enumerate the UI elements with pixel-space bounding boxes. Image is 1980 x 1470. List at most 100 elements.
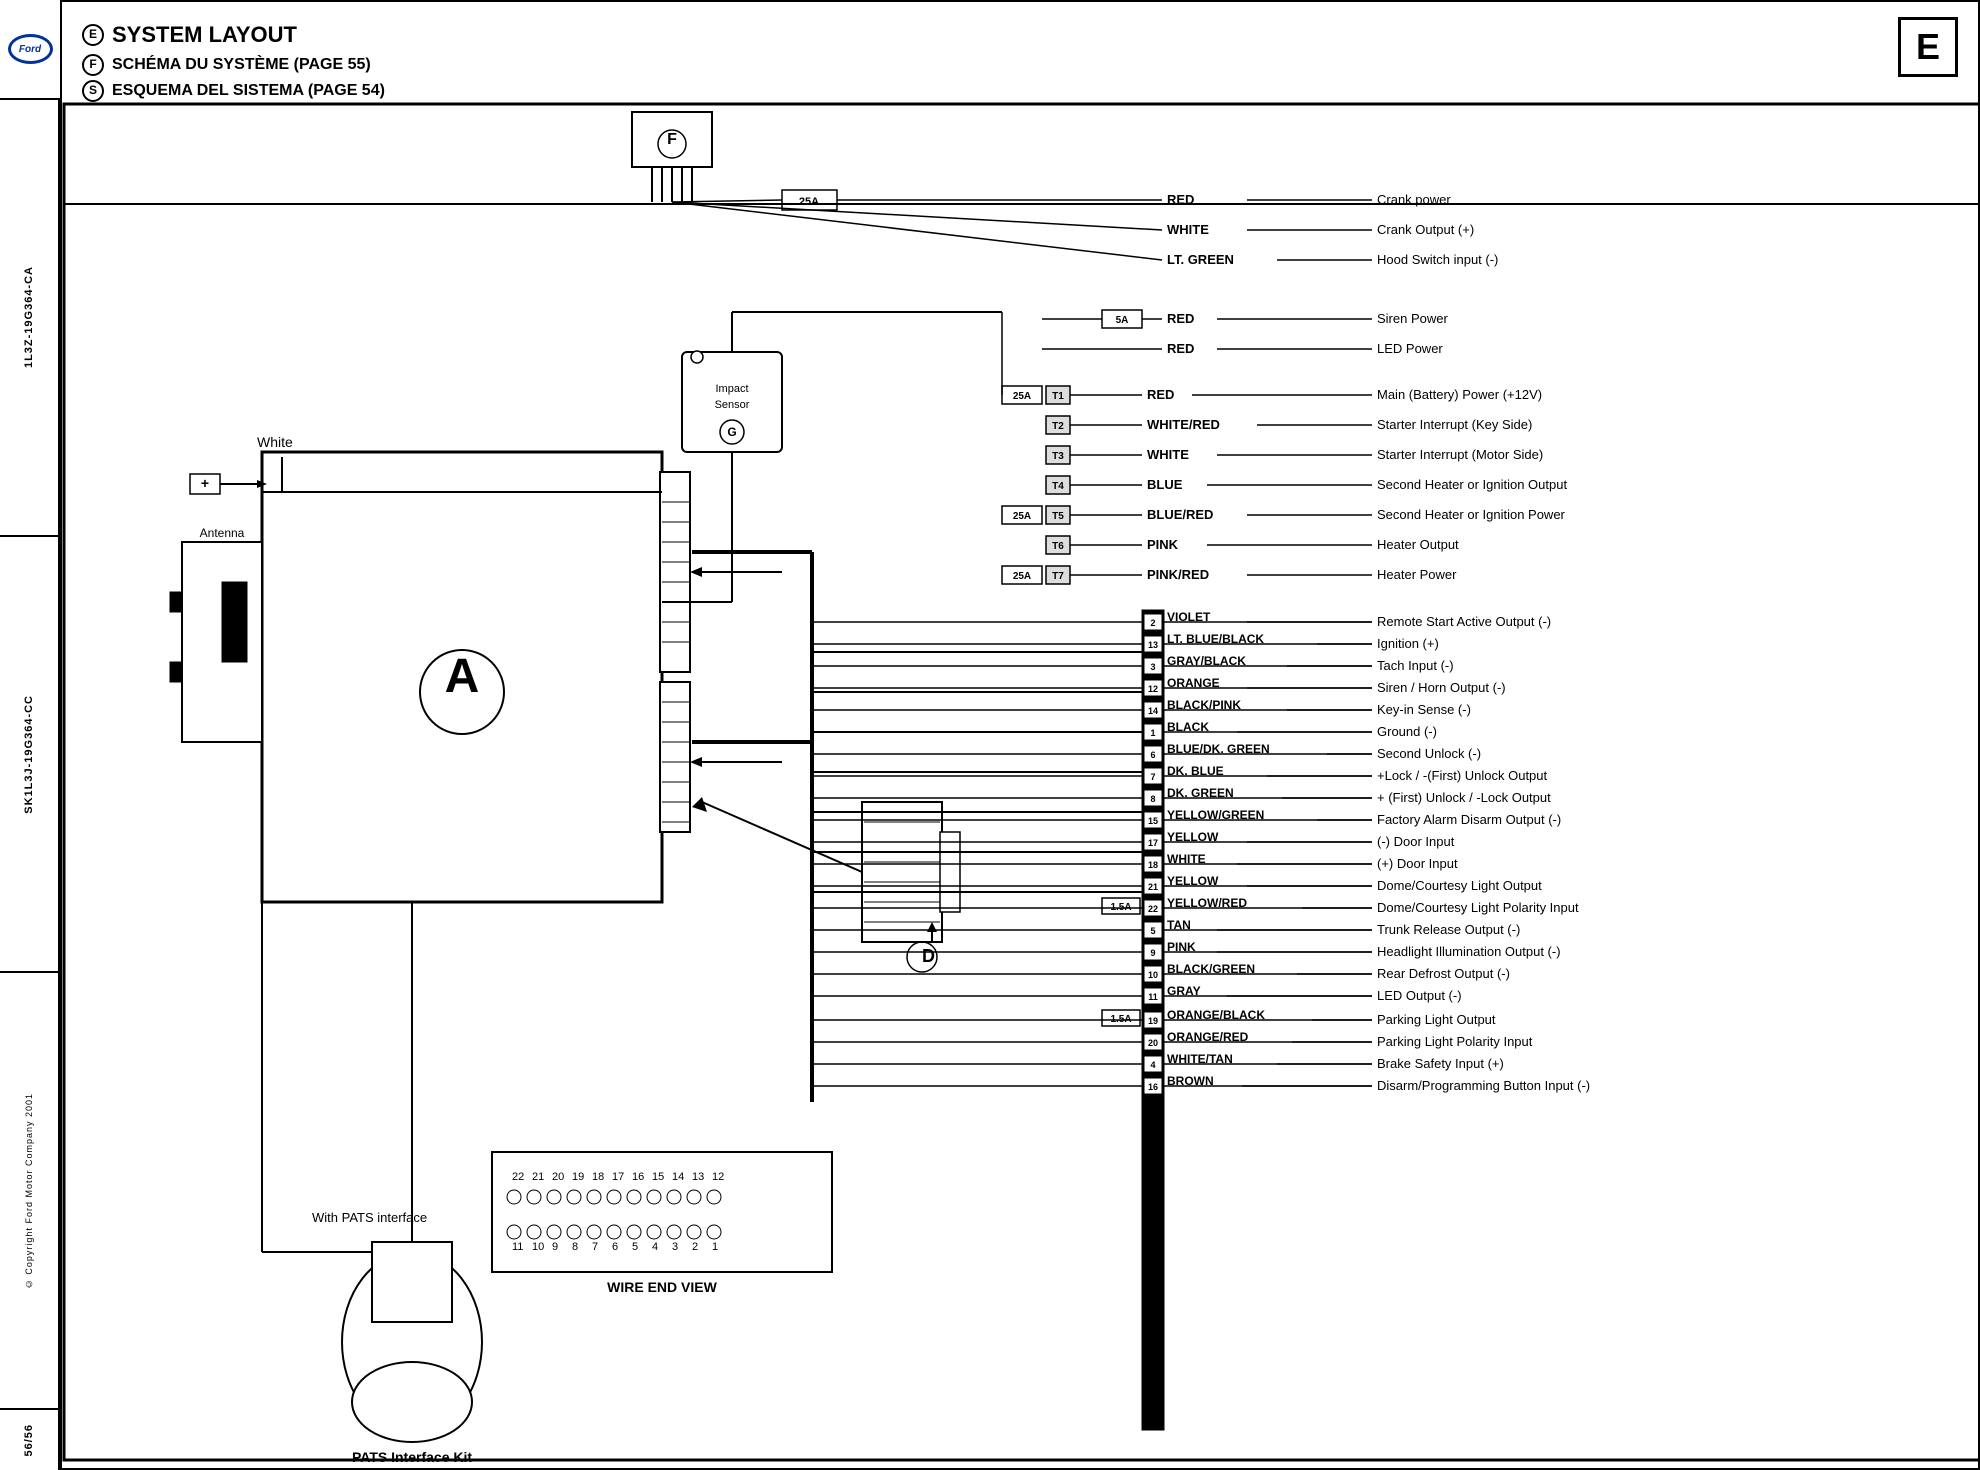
svg-text:17: 17 (1148, 838, 1158, 848)
svg-text:F: F (667, 131, 677, 148)
header-title-row: E SYSTEM LAYOUT (82, 17, 385, 52)
svg-text:T2: T2 (1052, 421, 1064, 432)
svg-text:Heater Output: Heater Output (1377, 537, 1459, 552)
svg-text:13: 13 (692, 1171, 704, 1183)
circle-e: E (82, 24, 104, 46)
svg-text:9: 9 (552, 1241, 558, 1253)
svg-text:Dome/Courtesy Light Output: Dome/Courtesy Light Output (1377, 878, 1542, 893)
svg-text:WHITE/RED: WHITE/RED (1147, 417, 1220, 432)
svg-text:7: 7 (592, 1241, 598, 1253)
svg-text:BLACK/GREEN: BLACK/GREEN (1167, 962, 1255, 976)
svg-text:21: 21 (532, 1171, 544, 1183)
e-box-letter: E (1916, 26, 1940, 68)
svg-text:Impact: Impact (715, 383, 748, 395)
svg-text:5: 5 (1150, 926, 1155, 936)
svg-text:VIOLET: VIOLET (1167, 610, 1211, 624)
svg-text:PINK/RED: PINK/RED (1147, 567, 1209, 582)
svg-text:RED: RED (1167, 311, 1194, 326)
svg-text:22: 22 (1148, 904, 1158, 914)
svg-text:5: 5 (632, 1241, 638, 1253)
svg-text:Antenna: Antenna (200, 526, 245, 540)
svg-text:9: 9 (1150, 948, 1155, 958)
svg-text:16: 16 (1148, 1082, 1158, 1092)
svg-text:ORANGE/BLACK: ORANGE/BLACK (1167, 1008, 1265, 1022)
circle-s: S (82, 80, 104, 102)
svg-text:T1: T1 (1052, 391, 1064, 402)
svg-text:3: 3 (672, 1241, 678, 1253)
svg-text:DK. BLUE: DK. BLUE (1167, 764, 1224, 778)
svg-text:Key-in Sense (-): Key-in Sense (-) (1377, 702, 1471, 717)
header-subtitle-f: F SCHÉMA DU SYSTÈME (PAGE 55) (82, 52, 385, 78)
part-number-top: 1L3Z-19G364-CA (23, 266, 35, 368)
svg-text:BROWN: BROWN (1167, 1074, 1214, 1088)
circle-f: F (82, 54, 104, 76)
svg-text:LED Output (-): LED Output (-) (1377, 988, 1462, 1003)
svg-text:10: 10 (1148, 970, 1158, 980)
svg-text:LT. BLUE/BLACK: LT. BLUE/BLACK (1167, 632, 1264, 646)
svg-text:11: 11 (512, 1241, 523, 1253)
svg-text:7: 7 (1150, 772, 1155, 782)
header-subtitle-s: S ESQUEMA DEL SISTEMA (PAGE 54) (82, 78, 385, 104)
svg-text:22: 22 (512, 1171, 524, 1183)
svg-text:18: 18 (592, 1171, 604, 1183)
svg-text:BLACK: BLACK (1167, 720, 1209, 734)
svg-text:T3: T3 (1052, 451, 1064, 462)
svg-text:Dome/Courtesy Light Polarity I: Dome/Courtesy Light Polarity Input (1377, 900, 1579, 915)
svg-text:2: 2 (692, 1241, 698, 1253)
svg-text:A: A (445, 650, 480, 703)
e-box-corner: E (1898, 17, 1958, 77)
svg-text:6: 6 (612, 1241, 618, 1253)
svg-text:WHITE: WHITE (1167, 222, 1209, 237)
svg-text:LT. GREEN: LT. GREEN (1167, 252, 1234, 267)
svg-text:11: 11 (1148, 992, 1158, 1002)
svg-text:Disarm/Programming Button Inpu: Disarm/Programming Button Input (-) (1377, 1078, 1590, 1093)
svg-text:Second Heater or Ignition Outp: Second Heater or Ignition Output (1377, 477, 1567, 492)
svg-text:5A: 5A (1116, 315, 1129, 326)
svg-text:16: 16 (632, 1171, 644, 1183)
svg-text:DK. GREEN: DK. GREEN (1167, 786, 1234, 800)
svg-text:6: 6 (1150, 750, 1155, 760)
svg-text:BLUE/RED: BLUE/RED (1147, 507, 1213, 522)
svg-text:Starter Interrupt (Key Side): Starter Interrupt (Key Side) (1377, 417, 1532, 432)
svg-text:TAN: TAN (1167, 918, 1191, 932)
part-number-top-section: 1L3Z-19G364-CA (0, 100, 58, 537)
svg-text:Siren / Horn Output (-): Siren / Horn Output (-) (1377, 680, 1506, 695)
svg-text:Starter Interrupt (Motor Side): Starter Interrupt (Motor Side) (1377, 447, 1543, 462)
svg-text:D: D (922, 946, 935, 966)
svg-text:Factory Alarm Disarm Output (-: Factory Alarm Disarm Output (-) (1377, 812, 1561, 827)
header: E SYSTEM LAYOUT F SCHÉMA DU SYSTÈME (PAG… (82, 17, 385, 103)
part-number-bottom: SK1L3J-19G364-CC (23, 695, 35, 814)
svg-text:25A: 25A (1013, 511, 1031, 522)
svg-text:+ (First) Unlock / -Lock Outpu: + (First) Unlock / -Lock Output (1377, 790, 1551, 805)
svg-text:Sensor: Sensor (715, 399, 750, 411)
svg-text:+Lock / -(First) Unlock Output: +Lock / -(First) Unlock Output (1377, 768, 1548, 783)
svg-text:12: 12 (1148, 684, 1158, 694)
svg-text:4: 4 (652, 1241, 658, 1253)
ford-oval: Ford (8, 34, 53, 64)
svg-text:Parking Light Polarity Input: Parking Light Polarity Input (1377, 1034, 1533, 1049)
svg-text:LED Power: LED Power (1377, 341, 1443, 356)
svg-text:21: 21 (1148, 882, 1158, 892)
svg-text:+: + (201, 475, 209, 491)
svg-text:25A: 25A (1013, 391, 1031, 402)
svg-text:GRAY: GRAY (1167, 984, 1201, 998)
svg-text:Tach Input (-): Tach Input (-) (1377, 658, 1454, 673)
svg-text:Brake Safety Input (+): Brake Safety Input (+) (1377, 1056, 1504, 1071)
svg-text:2: 2 (1150, 618, 1155, 628)
svg-text:YELLOW: YELLOW (1167, 874, 1219, 888)
svg-text:14: 14 (1148, 706, 1158, 716)
svg-text:Ground (-): Ground (-) (1377, 724, 1437, 739)
svg-text:BLACK/PINK: BLACK/PINK (1167, 698, 1241, 712)
svg-text:1: 1 (1150, 728, 1155, 738)
svg-text:T6: T6 (1052, 541, 1064, 552)
svg-text:WHITE/TAN: WHITE/TAN (1167, 1052, 1233, 1066)
svg-text:RED: RED (1147, 387, 1174, 402)
svg-text:PINK: PINK (1167, 940, 1196, 954)
copyright-section: © Copyright Ford Motor Company 2001 (0, 973, 58, 1410)
left-sidebar: Ford 1L3Z-19G364-CA SK1L3J-19G364-CC © C… (0, 0, 60, 1470)
svg-text:Siren Power: Siren Power (1377, 311, 1448, 326)
subtitle-f-text: SCHÉMA DU SYSTÈME (PAGE 55) (112, 52, 371, 78)
svg-text:YELLOW/RED: YELLOW/RED (1167, 896, 1247, 910)
svg-text:12: 12 (712, 1171, 724, 1183)
svg-text:19: 19 (1148, 1016, 1158, 1026)
